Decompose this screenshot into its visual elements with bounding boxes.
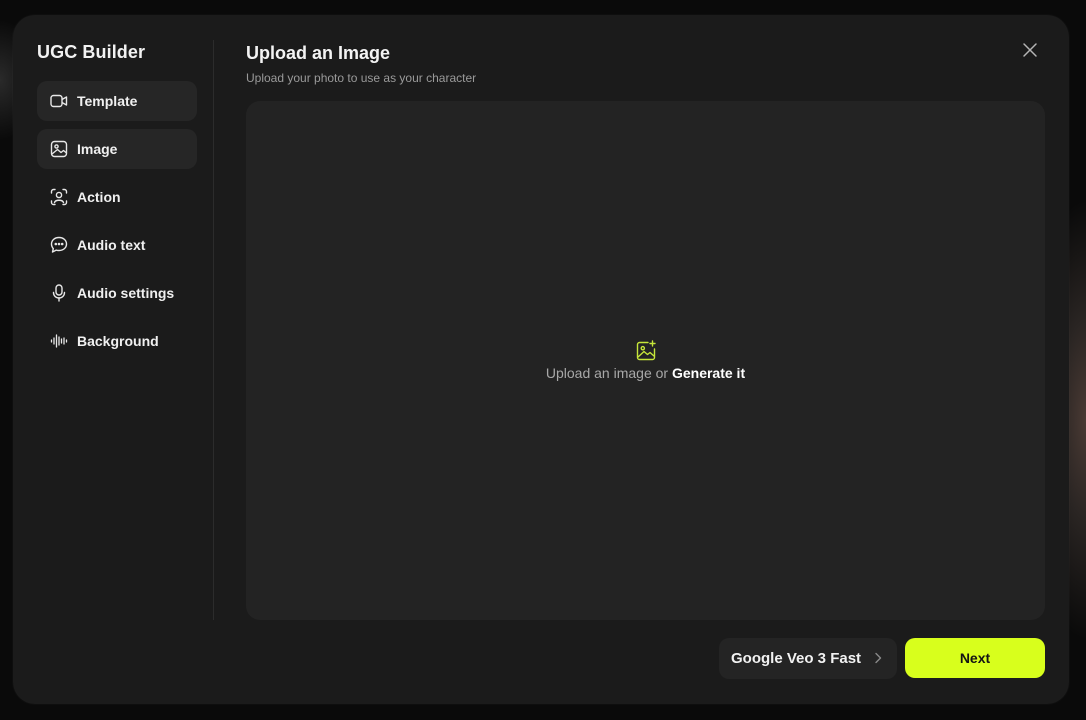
sidebar-item-audio-text[interactable]: Audio text <box>37 225 197 265</box>
page-subtitle: Upload your photo to use as your charact… <box>246 71 477 85</box>
upload-prompt-text: Upload an image or <box>545 365 672 381</box>
sidebar-item-label: Template <box>77 93 138 109</box>
close-icon <box>1023 43 1037 57</box>
model-selector-button[interactable]: Google Veo 3 Fast <box>719 638 897 679</box>
chat-bubble-icon <box>49 235 69 255</box>
sidebar-nav: Template Image Action Audio text Audio s… <box>37 81 197 369</box>
dropzone-text: Upload an image or Generate it <box>246 365 1045 381</box>
chevron-right-icon <box>875 652 882 664</box>
sidebar-item-label: Audio text <box>77 237 146 253</box>
close-button[interactable] <box>1019 39 1041 61</box>
sidebar: UGC Builder Template Image Action Audio … <box>37 15 213 704</box>
ugc-builder-modal: UGC Builder Template Image Action Audio … <box>13 15 1069 704</box>
image-upload-dropzone[interactable]: Upload an image or Generate it <box>246 101 1045 620</box>
sidebar-item-label: Background <box>77 333 159 349</box>
page-title: Upload an Image <box>246 43 391 63</box>
sidebar-item-action[interactable]: Action <box>37 177 197 217</box>
sidebar-item-label: Action <box>77 189 121 205</box>
sidebar-item-template[interactable]: Template <box>37 81 197 121</box>
sound-wave-icon <box>49 331 69 351</box>
sidebar-item-audio-settings[interactable]: Audio settings <box>37 273 197 313</box>
sidebar-divider <box>213 40 214 620</box>
person-frame-icon <box>49 187 69 207</box>
video-camera-icon <box>49 91 69 111</box>
sidebar-item-background[interactable]: Background <box>37 321 197 361</box>
model-selector-label: Google Veo 3 Fast <box>731 650 862 667</box>
app-title: UGC Builder <box>37 42 146 62</box>
image-add-icon <box>636 340 656 361</box>
generate-it-link[interactable]: Generate it <box>672 365 745 381</box>
microphone-icon <box>49 283 69 303</box>
sidebar-item-image[interactable]: Image <box>37 129 197 169</box>
sidebar-item-label: Audio settings <box>77 285 175 301</box>
image-icon <box>49 139 69 159</box>
sidebar-item-label: Image <box>77 141 118 157</box>
next-button[interactable]: Next <box>905 638 1045 678</box>
